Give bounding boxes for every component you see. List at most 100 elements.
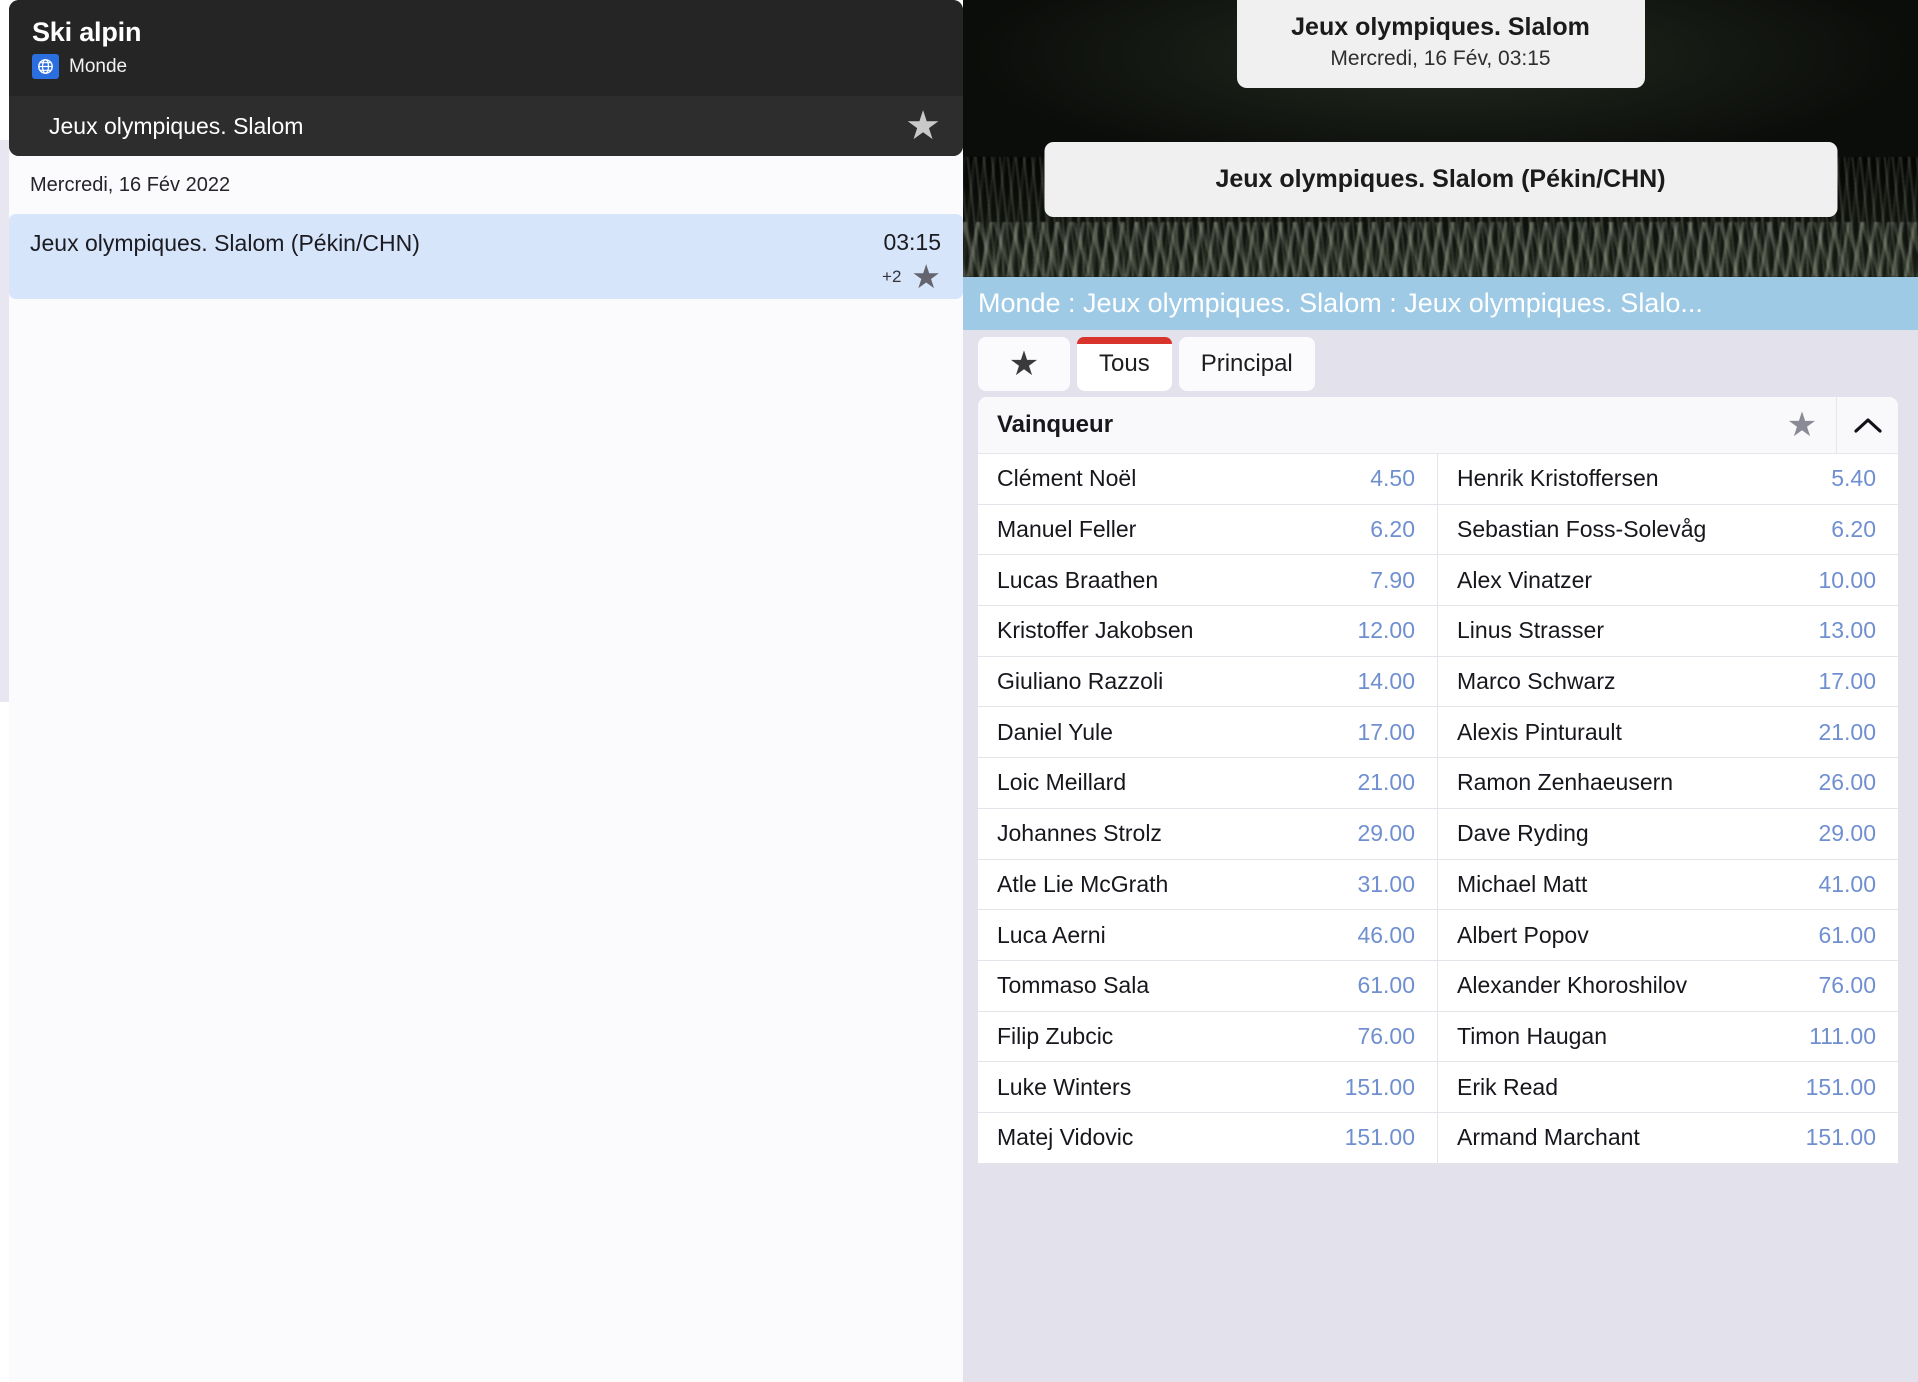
table-row: Lucas Braathen 7.90 Alex Vinatzer 10.00 — [978, 555, 1898, 607]
table-row: Daniel Yule 17.00 Alexis Pinturault 21.00 — [978, 707, 1898, 759]
odds-selection[interactable]: Clément Noël 4.50 — [978, 454, 1438, 505]
region-row[interactable]: Monde — [32, 54, 963, 79]
odds-market-title: Vainqueur — [997, 411, 1114, 438]
odds-value: 29.00 — [1818, 820, 1876, 847]
odds-selection[interactable]: Kristoffer Jakobsen 12.00 — [978, 606, 1438, 657]
odds-selection[interactable]: Sebastian Foss-Solevåg 6.20 — [1438, 505, 1898, 556]
page-title: Ski alpin — [32, 17, 142, 47]
odds-selection[interactable]: Armand Marchant 151.00 — [1438, 1113, 1898, 1164]
list-item[interactable]: Jeux olympiques. Slalom (Pékin/CHN) 03:1… — [9, 214, 963, 299]
odds-selection[interactable]: Manuel Feller 6.20 — [978, 504, 1438, 556]
odds-value: 4.50 — [1370, 465, 1415, 492]
odds-selection[interactable]: Dave Ryding 29.00 — [1438, 809, 1898, 860]
odds-value: 5.40 — [1831, 465, 1876, 492]
odds-competitor-name: Timon Haugan — [1457, 1022, 1608, 1049]
star-icon[interactable]: ★ — [1768, 408, 1836, 442]
odds-value: 26.00 — [1818, 769, 1876, 796]
odds-selection[interactable]: Timon Haugan 111.00 — [1438, 1012, 1898, 1063]
odds-competitor-name: Linus Strasser — [1457, 617, 1605, 644]
odds-value: 111.00 — [1809, 1022, 1876, 1049]
odds-competitor-name: Luke Winters — [997, 1073, 1132, 1100]
odds-selection[interactable]: Michael Matt 41.00 — [1438, 860, 1898, 911]
odds-selection[interactable]: Marco Schwarz 17.00 — [1438, 657, 1898, 708]
table-row: Loic Meillard 21.00 Ramon Zenhaeusern 26.00 — [978, 758, 1898, 809]
hero-title: Jeux olympiques. Slalom — [1291, 13, 1590, 41]
odds-selection[interactable]: Linus Strasser 13.00 — [1438, 606, 1898, 657]
competition-row[interactable]: Jeux olympiques. Slalom ★ — [9, 96, 963, 156]
match-time: 03:15 — [883, 229, 941, 255]
odds-value: 151.00 — [1805, 1124, 1876, 1151]
odds-value: 12.00 — [1357, 617, 1415, 644]
odds-card: Vainqueur ★ Clément Noël 4.50 Henrik Krist… — [978, 397, 1898, 1164]
odds-selection[interactable]: Giuliano Razzoli 14.00 — [978, 656, 1438, 708]
odds-selection[interactable]: Alexis Pinturault 21.00 — [1438, 707, 1898, 759]
odds-selection[interactable]: Ramon Zenhaeusern 26.00 — [1438, 758, 1898, 809]
tab-tous[interactable]: Tous — [1077, 336, 1172, 391]
odds-competitor-name: Filip Zubcic — [997, 1022, 1114, 1049]
odds-value: 14.00 — [1357, 668, 1415, 695]
odds-value: 6.20 — [1831, 516, 1876, 543]
odds-competitor-name: Marco Schwarz — [1457, 668, 1616, 695]
odds-selection[interactable]: Alexander Khoroshilov 76.00 — [1438, 961, 1898, 1012]
odds-value: 10.00 — [1818, 566, 1876, 593]
odds-selection[interactable]: Lucas Braathen 7.90 — [978, 555, 1438, 607]
odds-competitor-name: Albert Popov — [1457, 921, 1589, 948]
odds-competitor-name: Johannes Strolz — [997, 820, 1162, 847]
odds-selection[interactable]: Albert Popov 61.00 — [1438, 910, 1898, 961]
odds-value: 151.00 — [1344, 1124, 1415, 1151]
table-row: Matej Vidovic 151.00 Armand Marchant 151.00 — [978, 1112, 1898, 1164]
odds-value: 6.20 — [1370, 516, 1415, 543]
star-icon[interactable]: ★ — [905, 106, 941, 146]
odds-competitor-name: Ramon Zenhaeusern — [1457, 769, 1674, 796]
table-row: Filip Zubcic 76.00 Timon Haugan 111.00 — [978, 1011, 1898, 1063]
left-edge-strip — [0, 140, 9, 702]
odds-selection[interactable]: Luca Aerni 46.00 — [978, 910, 1438, 961]
odds-competitor-name: Alexander Khoroshilov — [1457, 972, 1688, 999]
odds-competitor-name: Lucas Braathen — [997, 566, 1159, 593]
odds-competitor-name: Clément Noël — [997, 465, 1137, 492]
odds-selection[interactable]: Erik Read 151.00 — [1438, 1062, 1898, 1113]
tab-principal[interactable]: Principal — [1178, 336, 1315, 391]
breadcrumb[interactable]: Monde : Jeux olympiques. Slalom : Jeux o… — [963, 277, 1918, 330]
odds-value: 61.00 — [1818, 921, 1876, 948]
sport-header-card: Ski alpin Monde Jeux olympiques. Slalom … — [9, 0, 963, 156]
odds-competitor-name: Henrik Kristoffersen — [1457, 465, 1659, 492]
odds-selection[interactable]: Alex Vinatzer 10.00 — [1438, 555, 1898, 607]
odds-competitor-name: Armand Marchant — [1457, 1124, 1640, 1151]
odds-value: 13.00 — [1818, 617, 1876, 644]
odds-competitor-name: Atle Lie McGrath — [997, 870, 1169, 897]
odds-selection[interactable]: Tommaso Sala 61.00 — [978, 960, 1438, 1012]
date-heading: Mercredi, 16 Fév 2022 — [9, 156, 963, 214]
odds-selection[interactable]: Filip Zubcic 76.00 — [978, 1011, 1438, 1063]
odds-selection[interactable]: Henrik Kristoffersen 5.40 — [1438, 454, 1898, 505]
tab-favorites[interactable]: ★ — [978, 336, 1070, 391]
star-icon[interactable]: ★ — [911, 260, 941, 293]
odds-selection[interactable]: Daniel Yule 17.00 — [978, 707, 1438, 759]
match-meta: 03:15 +2 ★ — [882, 228, 941, 293]
hero-title-card: Jeux olympiques. Slalom Mercredi, 16 Fév… — [1236, 0, 1645, 88]
star-icon: ★ — [1008, 344, 1040, 383]
odds-value: 21.00 — [1818, 718, 1876, 745]
odds-value: 76.00 — [1818, 972, 1876, 999]
odds-selection[interactable]: Matej Vidovic 151.00 — [978, 1112, 1438, 1164]
table-row: Luca Aerni 46.00 Albert Popov 61.00 — [978, 910, 1898, 961]
odds-competitor-name: Loic Meillard — [997, 769, 1127, 796]
odds-competitor-name: Matej Vidovic — [997, 1124, 1134, 1151]
odds-selection[interactable]: Atle Lie McGrath 31.00 — [978, 859, 1438, 911]
odds-competitor-name: Tommaso Sala — [997, 972, 1150, 999]
odds-selection[interactable]: Johannes Strolz 29.00 — [978, 808, 1438, 860]
odds-value: 41.00 — [1818, 870, 1876, 897]
odds-selection[interactable]: Luke Winters 151.00 — [978, 1062, 1438, 1113]
table-row: Giuliano Razzoli 14.00 Marco Schwarz 17.00 — [978, 656, 1898, 708]
hero-event-label: Jeux olympiques. Slalom (Pékin/CHN) — [1215, 165, 1666, 193]
odds-market-header[interactable]: Vainqueur ★ — [978, 397, 1898, 454]
odds-rows: Clément Noël 4.50 Henrik Kristoffersen 5.40… — [978, 454, 1898, 1164]
odds-competitor-name: Alex Vinatzer — [1457, 566, 1593, 593]
right-panel: Jeux olympiques. Slalom Mercredi, 16 Fév… — [963, 0, 1918, 1382]
table-row: Johannes Strolz 29.00 Dave Ryding 29.00 — [978, 808, 1898, 860]
sport-header-top: Ski alpin Monde — [9, 0, 963, 96]
left-panel-content: Ski alpin Monde Jeux olympiques. Slalom … — [9, 0, 963, 1382]
odds-selection[interactable]: Loic Meillard 21.00 — [978, 758, 1438, 809]
chevron-up-icon[interactable] — [1836, 397, 1898, 454]
odds-competitor-name: Manuel Feller — [997, 516, 1137, 543]
